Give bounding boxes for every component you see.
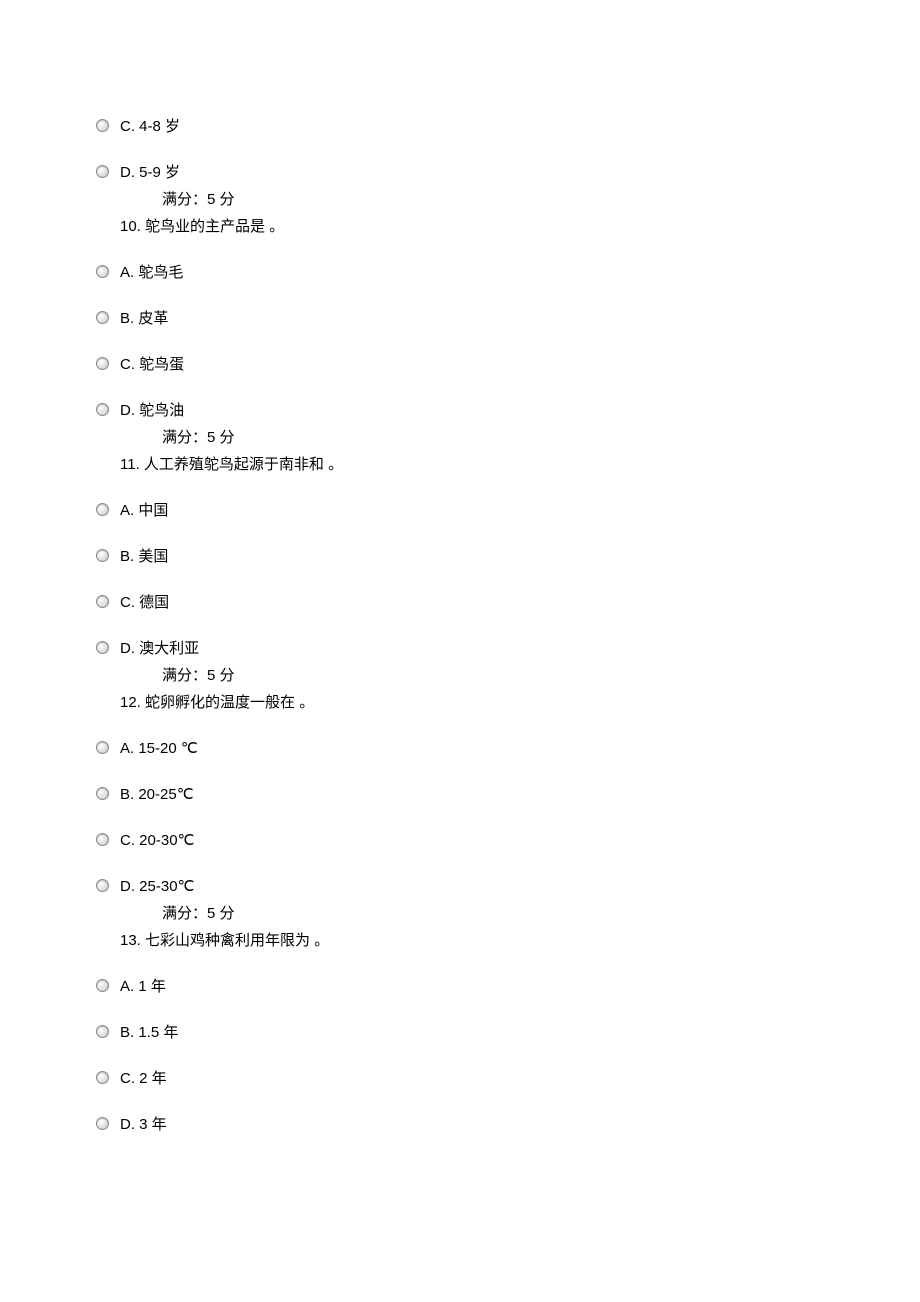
- option-a-china-radio[interactable]: [96, 503, 109, 516]
- option-d-5-9-label: D. 5-9 岁: [120, 164, 180, 182]
- option-c-20-30-radio[interactable]: [96, 833, 109, 846]
- score-line-0: 满分：5 分: [162, 188, 920, 209]
- option-c-20-30-label: C. 20-30℃: [120, 832, 194, 850]
- question-2: 12. 蛇卵孵化的温度一般在 。: [120, 691, 920, 712]
- option-b-usa-label: B. 美国: [120, 548, 168, 566]
- option-d-5-9-radio[interactable]: [96, 165, 109, 178]
- option-c-2year-label: C. 2 年: [120, 1070, 167, 1088]
- option-c-germany-radio[interactable]: [96, 595, 109, 608]
- score-line-2: 满分：5 分: [162, 664, 920, 685]
- option-d-oil-radio[interactable]: [96, 403, 109, 416]
- option-a-feather-label: A. 鸵鸟毛: [120, 264, 183, 282]
- question-1: 11. 人工养殖鸵鸟起源于南非和 。: [120, 453, 920, 474]
- option-b-1-5year-label: B. 1.5 年: [120, 1024, 178, 1042]
- option-b-leather-radio[interactable]: [96, 311, 109, 324]
- option-b-leather-label: B. 皮革: [120, 310, 168, 328]
- option-a-china-label: A. 中国: [120, 502, 168, 520]
- option-a-1year-radio[interactable]: [96, 979, 109, 992]
- option-c-4-8-label: C. 4-8 岁: [120, 118, 180, 136]
- option-c-egg-radio[interactable]: [96, 357, 109, 370]
- option-a-15-20-radio[interactable]: [96, 741, 109, 754]
- option-d-25-30-radio[interactable]: [96, 879, 109, 892]
- option-a-feather-radio[interactable]: [96, 265, 109, 278]
- option-d-3year-radio[interactable]: [96, 1117, 109, 1130]
- option-b-20-25-label: B. 20-25℃: [120, 786, 194, 804]
- score-line-3: 满分：5 分: [162, 902, 920, 923]
- option-c-germany-label: C. 德国: [120, 594, 169, 612]
- option-b-1-5year-radio[interactable]: [96, 1025, 109, 1038]
- option-d-australia-radio[interactable]: [96, 641, 109, 654]
- option-d-oil-label: D. 鸵鸟油: [120, 402, 184, 420]
- question-3: 13. 七彩山鸡种禽利用年限为 。: [120, 929, 920, 950]
- option-d-australia-label: D. 澳大利亚: [120, 640, 199, 658]
- option-c-4-8-radio[interactable]: [96, 119, 109, 132]
- option-c-2year-radio[interactable]: [96, 1071, 109, 1084]
- option-b-20-25-radio[interactable]: [96, 787, 109, 800]
- option-d-25-30-label: D. 25-30℃: [120, 878, 194, 896]
- option-b-usa-radio[interactable]: [96, 549, 109, 562]
- score-line-1: 满分：5 分: [162, 426, 920, 447]
- question-0: 10. 鸵鸟业的主产品是 。: [120, 215, 920, 236]
- option-a-15-20-label: A. 15-20 ℃: [120, 740, 198, 758]
- option-c-egg-label: C. 鸵鸟蛋: [120, 356, 184, 374]
- option-a-1year-label: A. 1 年: [120, 978, 166, 996]
- option-d-3year-label: D. 3 年: [120, 1116, 167, 1134]
